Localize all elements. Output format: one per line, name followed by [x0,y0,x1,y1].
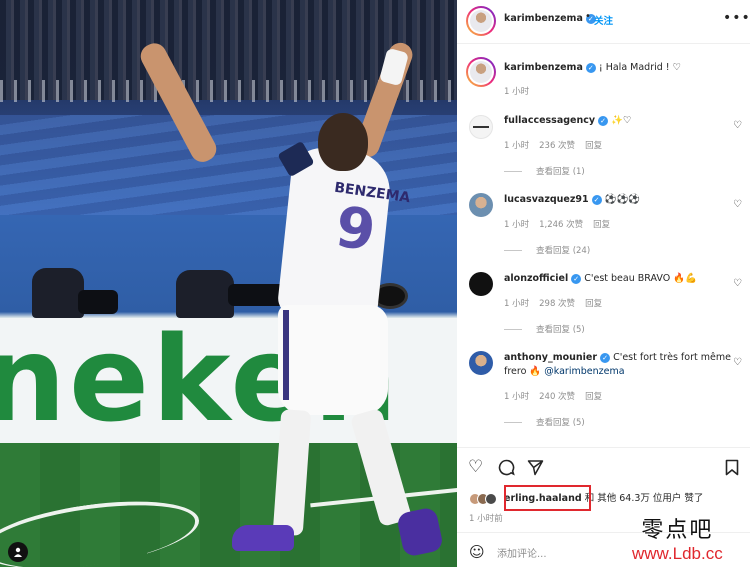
like-comment-icon[interactable]: ♡ [733,199,742,210]
verified-badge-icon: ✓ [571,273,582,284]
comment-2: lucasvazquez91 ✓ ⚽⚽⚽ [504,194,640,205]
comment-text: ⚽⚽⚽ [604,194,641,205]
post-time: 1 小时前 [469,514,503,524]
camera-left [78,290,118,314]
comments-list[interactable]: karimbenzema ✓ ¡ Hala Madrid ! ♡ 1 小时 ful… [457,45,750,447]
site-watermark: 零点吧 www.Ldb.cc [632,512,723,564]
comment-text: frero 🔥 [504,366,542,377]
verified-badge-icon: ✓ [600,352,611,363]
comment-4-line2: frero 🔥 @karimbenzema [504,366,625,377]
share-icon[interactable] [527,459,544,480]
watermark-url: www.Ldb.cc [632,544,723,563]
photographer-center [176,270,234,318]
player-boot [232,525,294,551]
comment-icon[interactable] [498,459,515,480]
comment-3: alonzofficiel ✓ C'est beau BRAVO 🔥💪 [504,273,697,284]
comment-time: 1 小时 [504,220,530,230]
view-replies-button[interactable]: 查看回复 (1) [504,165,585,177]
comment-likes[interactable]: 1,246 次赞 [539,220,583,230]
player-head [318,113,368,171]
caption: karimbenzema ✓ ¡ Hala Madrid ! ♡ [504,62,681,73]
comment-username[interactable]: anthony_mounier [504,352,597,363]
comment-meta: 1 小时 298 次赞 回复 [504,297,612,309]
save-bookmark-icon[interactable] [725,459,739,480]
more-options-icon[interactable]: ••• [723,10,750,26]
comment-likes[interactable]: 236 次赞 [539,141,575,151]
post-side-panel: karimbenzema ✓ • 关注 ••• karimbenzema ✓ ¡ H… [457,0,750,567]
comment-username[interactable]: alonzofficiel [504,273,568,284]
liker-avatar [485,492,497,505]
post-photo[interactable]: neken BENZEMA 9 [0,0,457,567]
reply-button[interactable]: 回复 [593,220,610,230]
author-username[interactable]: karimbenzema ✓ [504,13,596,24]
comment-likes[interactable]: 298 次赞 [539,299,575,309]
author-username-text[interactable]: karimbenzema [504,13,583,24]
comment-meta: 1 小时 240 次赞 回复 [504,390,612,402]
comment-avatar[interactable] [469,351,493,375]
author-avatar[interactable] [466,6,496,36]
comment-1: fullaccessagency ✓ ✨♡ [504,115,631,126]
instagram-post-window: neken BENZEMA 9 karimbenzema ✓ • 关注 ••• … [0,0,750,567]
comment-text: C'est fort très fort même [613,352,731,363]
jersey-number: 9 [331,194,380,265]
add-comment-input[interactable]: 添加评论... [497,545,547,560]
caption-time: 1 小时 [504,87,530,97]
comment-meta: 1 小时 236 次赞 回复 [504,139,612,151]
comment-meta: 1 小时 1,246 次赞 回复 [504,218,620,230]
watermark-chinese: 零点吧 [641,518,714,543]
verified-badge-icon: ✓ [585,62,596,73]
reply-button[interactable]: 回复 [585,299,602,309]
post-header: karimbenzema ✓ • 关注 ••• [457,0,750,44]
comment-username[interactable]: fullaccessagency [504,115,595,126]
reply-button[interactable]: 回复 [585,392,602,402]
player-shorts [278,305,388,415]
like-heart-icon[interactable]: ♡ [468,459,483,476]
comment-avatar[interactable] [469,193,493,217]
follow-separator: • [585,11,591,22]
likes-text[interactable]: 和 其他 64.3万 位用户 赞了 [585,493,704,504]
comment-time: 1 小时 [504,141,530,151]
comment-likes[interactable]: 240 次赞 [539,392,575,402]
photographer-left [32,268,84,318]
caption-username[interactable]: karimbenzema [504,62,583,73]
reply-button[interactable]: 回复 [585,141,602,151]
comment-4: anthony_mounier ✓ C'est fort très fort mê… [504,352,731,363]
comment-avatar[interactable] [469,272,493,296]
like-comment-icon[interactable]: ♡ [733,120,742,131]
verified-badge-icon: ✓ [598,115,609,126]
advertising-board: neken [0,318,457,443]
view-replies-button[interactable]: 查看回复 (5) [504,416,585,428]
comment-username[interactable]: lucasvazquez91 [504,194,589,205]
shorts-stripe [283,310,289,400]
verified-badge-icon: ✓ [591,194,602,205]
caption-avatar[interactable] [466,57,496,87]
comment-text: C'est beau BRAVO 🔥💪 [584,273,697,284]
follow-button[interactable]: 关注 [594,13,613,27]
liker-highlight-box [504,485,591,511]
view-replies-button[interactable]: 查看回复 (5) [504,323,585,335]
comment-avatar[interactable] [469,115,493,139]
view-replies-button[interactable]: 查看回复 (24) [504,244,590,256]
emoji-icon[interactable]: ☺ [469,543,485,561]
caption-text: ¡ Hala Madrid ! ♡ [598,62,682,73]
user-tag-icon[interactable] [8,542,28,562]
comment-text: ✨♡ [611,115,632,126]
comment-time: 1 小时 [504,299,530,309]
comment-mention[interactable]: @karimbenzema [544,366,624,377]
comment-time: 1 小时 [504,392,530,402]
like-comment-icon[interactable]: ♡ [733,357,742,368]
like-comment-icon[interactable]: ♡ [733,278,742,289]
